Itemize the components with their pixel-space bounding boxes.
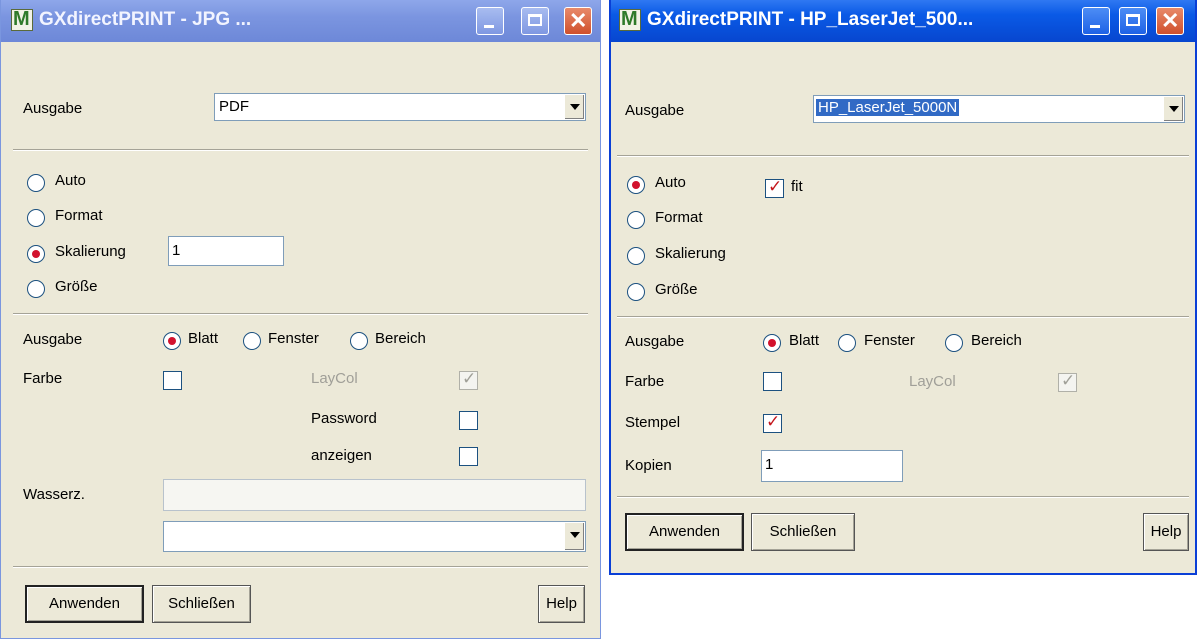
ausgabe-select[interactable]: HP_LaserJet_5000N [813, 95, 1185, 123]
maximize-button[interactable] [1119, 7, 1147, 35]
ausgabe-label: Ausgabe [23, 100, 83, 117]
minimize-icon [1090, 25, 1100, 28]
divider [13, 313, 588, 315]
anzeigen-checkbox[interactable] [459, 447, 478, 466]
radio-bereich[interactable] [350, 332, 368, 350]
radio-bereich-label: Bereich [375, 330, 426, 347]
window-title: GXdirectPRINT - JPG ... [39, 9, 252, 30]
chevron-down-icon[interactable] [564, 523, 584, 550]
laycol-checkbox [459, 369, 478, 390]
wasserzeichen-input[interactable] [163, 479, 586, 511]
radio-fenster-label: Fenster [864, 332, 915, 349]
apply-button[interactable]: Anwenden [625, 513, 744, 551]
maximize-icon [1126, 14, 1140, 26]
close-icon: ✕ [569, 8, 588, 33]
kopien-value: 1 [765, 456, 774, 473]
divider [617, 496, 1189, 498]
radio-groesse-label: Größe [55, 278, 98, 295]
fit-label: fit [791, 178, 803, 195]
divider [13, 149, 588, 151]
close-button[interactable]: Schließen [751, 513, 855, 551]
dialog-window-printer: M GXdirectPRINT - HP_LaserJet_500... ✕ A… [609, 0, 1197, 575]
stempel-checkbox[interactable] [763, 412, 782, 433]
radio-auto[interactable] [627, 176, 645, 194]
radio-fenster[interactable] [838, 334, 856, 352]
radio-auto-label: Auto [55, 172, 86, 189]
radio-skalierung-label: Skalierung [55, 243, 126, 260]
anzeigen-label: anzeigen [311, 447, 372, 464]
laycol-label: LayCol [311, 370, 358, 387]
radio-blatt[interactable] [163, 332, 181, 350]
apply-button[interactable]: Anwenden [25, 585, 144, 623]
laycol-checkbox [1058, 371, 1077, 392]
radio-groesse[interactable] [627, 283, 645, 301]
chevron-down-icon[interactable] [564, 95, 584, 119]
close-icon: ✕ [1161, 8, 1180, 33]
radio-groesse-label: Größe [655, 281, 698, 298]
farbe-checkbox[interactable] [163, 371, 182, 390]
radio-auto[interactable] [27, 174, 45, 192]
wasserzeichen-select[interactable] [163, 521, 586, 552]
maximize-button[interactable] [521, 7, 549, 35]
ausgabe-select[interactable]: PDF [214, 93, 586, 121]
password-checkbox[interactable] [459, 411, 478, 430]
radio-bereich-label: Bereich [971, 332, 1022, 349]
minimize-button[interactable] [476, 7, 504, 35]
radio-blatt-label: Blatt [188, 330, 219, 347]
radio-auto-label: Auto [655, 174, 686, 191]
radio-skalierung-label: Skalierung [655, 245, 726, 262]
divider [13, 566, 588, 568]
radio-groesse[interactable] [27, 280, 45, 298]
window-title: GXdirectPRINT - HP_LaserJet_500... [647, 9, 974, 30]
output-label: Ausgabe [23, 331, 83, 348]
title-bar[interactable]: M GXdirectPRINT - HP_LaserJet_500... ✕ [611, 0, 1195, 42]
minimize-button[interactable] [1082, 7, 1110, 35]
scale-value: 1 [172, 242, 181, 259]
divider [617, 155, 1189, 157]
ausgabe-value: HP_LaserJet_5000N [816, 99, 960, 116]
radio-skalierung[interactable] [27, 245, 45, 263]
kopien-label: Kopien [625, 457, 672, 474]
laycol-label: LayCol [909, 373, 956, 390]
radio-format-label: Format [655, 209, 703, 226]
dialog-window-jpg: M GXdirectPRINT - JPG ... ✕ Ausgabe PDF … [0, 0, 601, 639]
radio-format[interactable] [627, 211, 645, 229]
help-button[interactable]: Help [1143, 513, 1189, 551]
ausgabe-label: Ausgabe [625, 102, 685, 119]
radio-format[interactable] [27, 209, 45, 227]
close-button[interactable]: Schließen [152, 585, 251, 623]
radio-fenster[interactable] [243, 332, 261, 350]
wasserz-label: Wasserz. [23, 486, 85, 503]
title-bar[interactable]: M GXdirectPRINT - JPG ... ✕ [1, 0, 600, 42]
radio-fenster-label: Fenster [268, 330, 319, 347]
scale-input[interactable]: 1 [168, 236, 284, 266]
radio-skalierung[interactable] [627, 247, 645, 265]
radio-blatt-label: Blatt [789, 332, 820, 349]
stempel-label: Stempel [625, 414, 681, 431]
app-icon: M [619, 8, 641, 31]
radio-format-label: Format [55, 207, 103, 224]
minimize-icon [484, 25, 494, 28]
output-label: Ausgabe [625, 333, 685, 350]
farbe-checkbox[interactable] [763, 372, 782, 391]
divider [617, 316, 1189, 318]
farbe-label: Farbe [23, 370, 63, 387]
farbe-label: Farbe [625, 373, 665, 390]
fit-checkbox[interactable] [765, 177, 784, 198]
radio-bereich[interactable] [945, 334, 963, 352]
kopien-input[interactable]: 1 [761, 450, 903, 482]
help-button[interactable]: Help [538, 585, 585, 623]
password-label: Password [311, 410, 377, 427]
close-window-button[interactable]: ✕ [564, 7, 592, 35]
chevron-down-icon[interactable] [1163, 97, 1183, 121]
radio-blatt[interactable] [763, 334, 781, 352]
app-icon: M [11, 8, 33, 31]
maximize-icon [528, 14, 542, 26]
ausgabe-value: PDF [219, 98, 249, 115]
close-window-button[interactable]: ✕ [1156, 7, 1184, 35]
